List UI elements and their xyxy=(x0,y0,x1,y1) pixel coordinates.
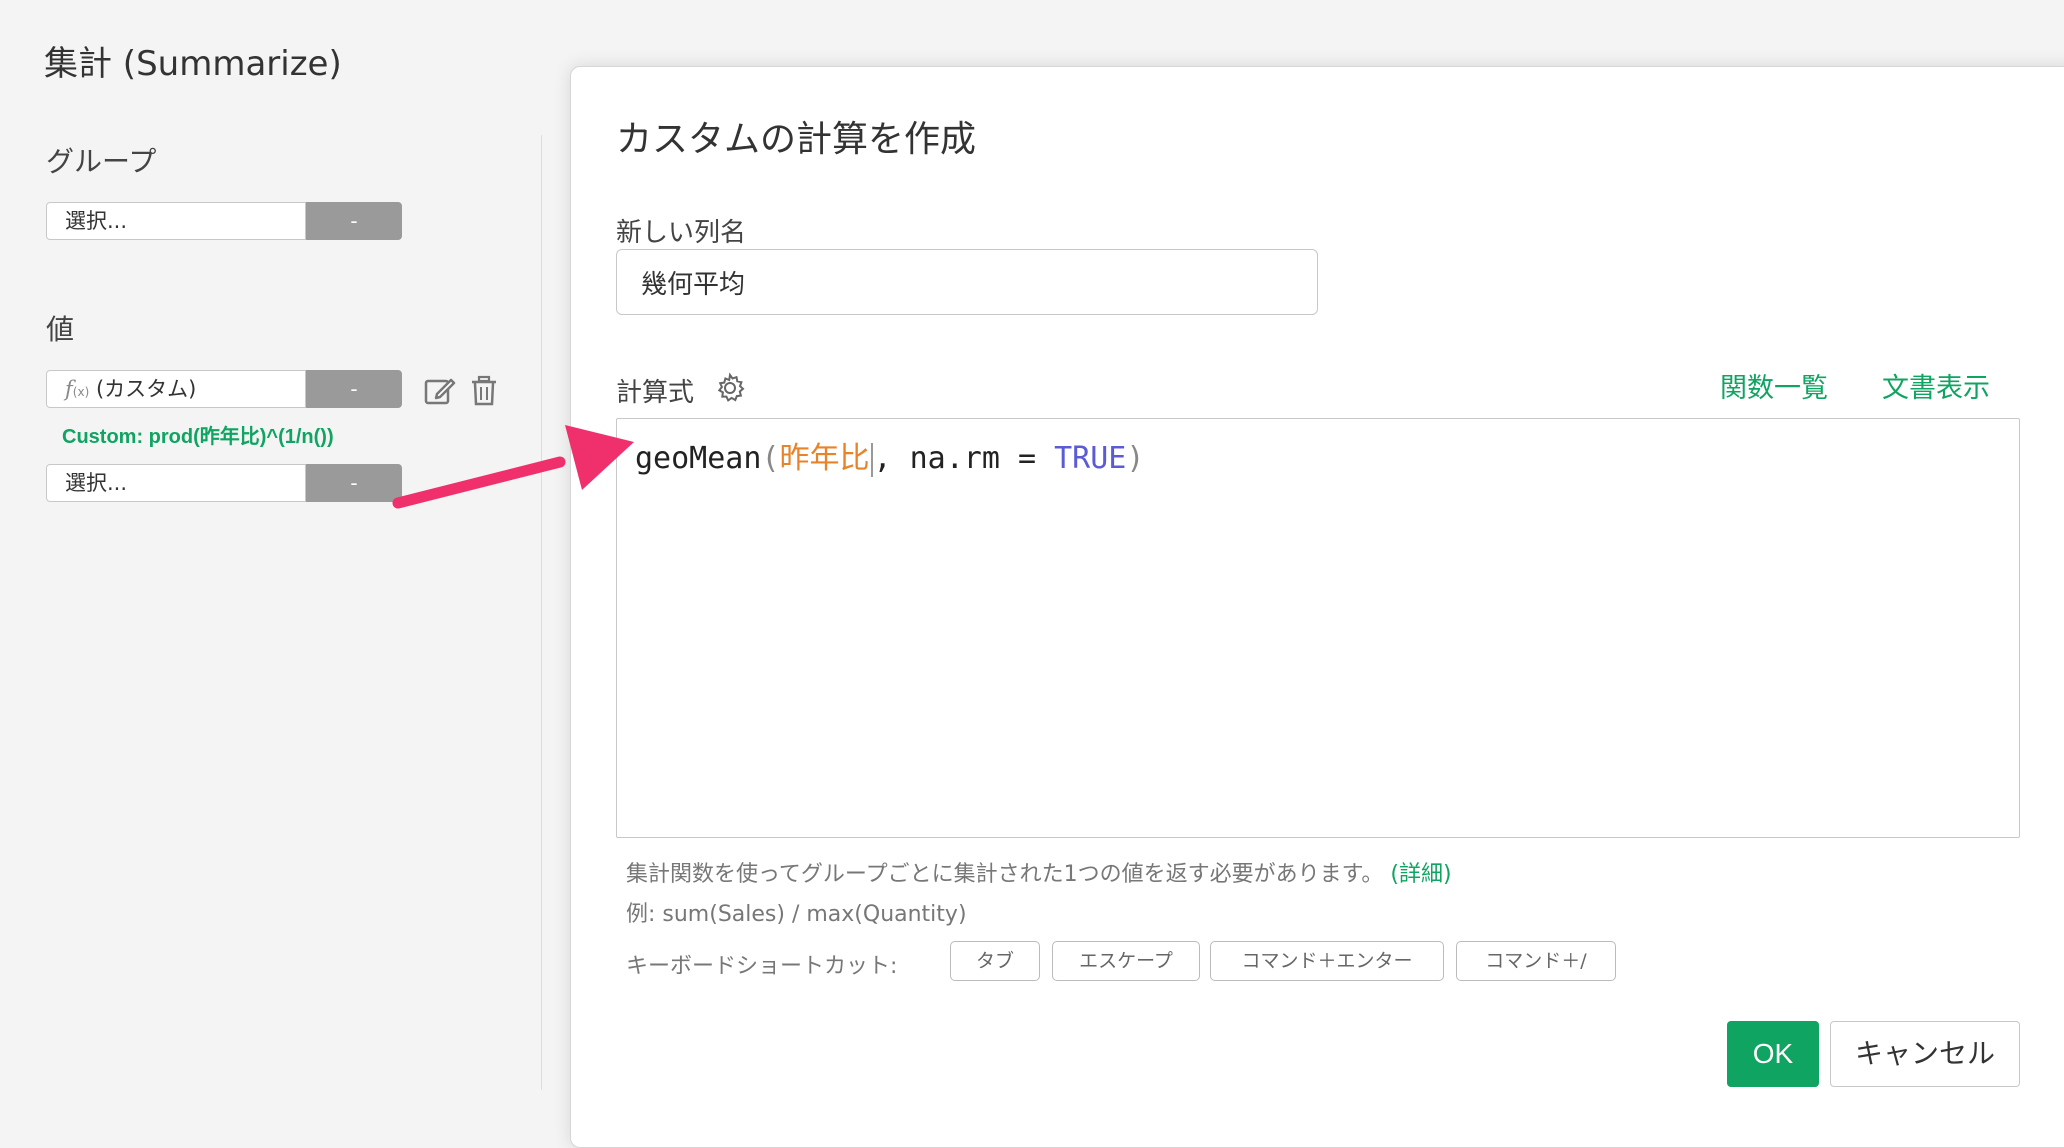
group-select-row: 選択... - xyxy=(46,202,402,242)
code-function: geoMean xyxy=(635,441,762,476)
expression-editor[interactable]: geoMean(昨年比, na.rm = TRUE) xyxy=(616,418,2020,838)
custom-value-row: f(x) (カスタム) - xyxy=(46,370,402,410)
expression-label: 計算式 xyxy=(616,378,695,408)
panel-divider xyxy=(541,135,542,1090)
value-section-label: 値 xyxy=(46,313,75,346)
code-args: , na.rm = xyxy=(873,441,1055,476)
gear-icon[interactable] xyxy=(714,372,746,404)
custom-formula-caption: Custom: prod(昨年比)^(1/n()) xyxy=(62,426,334,448)
custom-value-text: (カスタム) xyxy=(95,377,197,401)
group-select[interactable]: 選択... xyxy=(46,202,306,240)
value-select-row: 選択... - xyxy=(46,464,402,504)
trash-icon[interactable] xyxy=(467,374,501,408)
shortcut-escape: エスケープ xyxy=(1052,941,1200,981)
help-text: 集計関数を使ってグループごとに集計された1つの値を返す必要があります。 xyxy=(626,862,1384,887)
text-caret xyxy=(870,442,873,477)
expression-code: geoMean(昨年比, na.rm = TRUE) xyxy=(635,433,1144,477)
shortcut-command-slash: コマンド＋/ xyxy=(1456,941,1616,981)
edit-icon[interactable] xyxy=(423,374,457,408)
new-column-label: 新しい列名 xyxy=(616,218,747,248)
functions-list-link[interactable]: 関数一覧 xyxy=(1720,366,1828,405)
value-remove-button[interactable]: - xyxy=(306,370,402,408)
dialog-title: カスタムの計算を作成 xyxy=(616,119,977,160)
shortcuts-label: キーボードショートカット: xyxy=(626,954,898,979)
code-keyword: TRUE xyxy=(1054,441,1127,476)
shortcut-command-enter: コマンド＋エンター xyxy=(1210,941,1444,981)
example-text: 例: sum(Sales) / max(Quantity) xyxy=(626,902,967,927)
custom-value-select[interactable]: f(x) (カスタム) xyxy=(46,370,306,408)
show-docs-link[interactable]: 文書表示 xyxy=(1882,366,1990,405)
code-column: 昨年比 xyxy=(779,441,870,476)
value-select[interactable]: 選択... xyxy=(46,464,306,502)
help-text-row: 集計関数を使ってグループごとに集計された1つの値を返す必要があります。 (詳細) xyxy=(626,856,1452,888)
ok-button[interactable]: OK xyxy=(1727,1021,1819,1087)
code-open-paren: ( xyxy=(761,441,780,476)
details-link[interactable]: (詳細) xyxy=(1390,862,1451,887)
shortcut-tab: タブ xyxy=(950,941,1040,981)
value-select-remove-button[interactable]: - xyxy=(306,464,402,502)
new-column-input[interactable] xyxy=(616,249,1318,315)
cancel-button[interactable]: キャンセル xyxy=(1830,1021,2020,1087)
group-remove-button[interactable]: - xyxy=(306,202,402,240)
function-icon-sub: (x) xyxy=(72,385,90,399)
group-section-label: グループ xyxy=(46,145,157,178)
code-close-paren: ) xyxy=(1126,441,1145,476)
panel-title: 集計 (Summarize) xyxy=(44,44,342,84)
function-icon: f xyxy=(65,377,73,401)
